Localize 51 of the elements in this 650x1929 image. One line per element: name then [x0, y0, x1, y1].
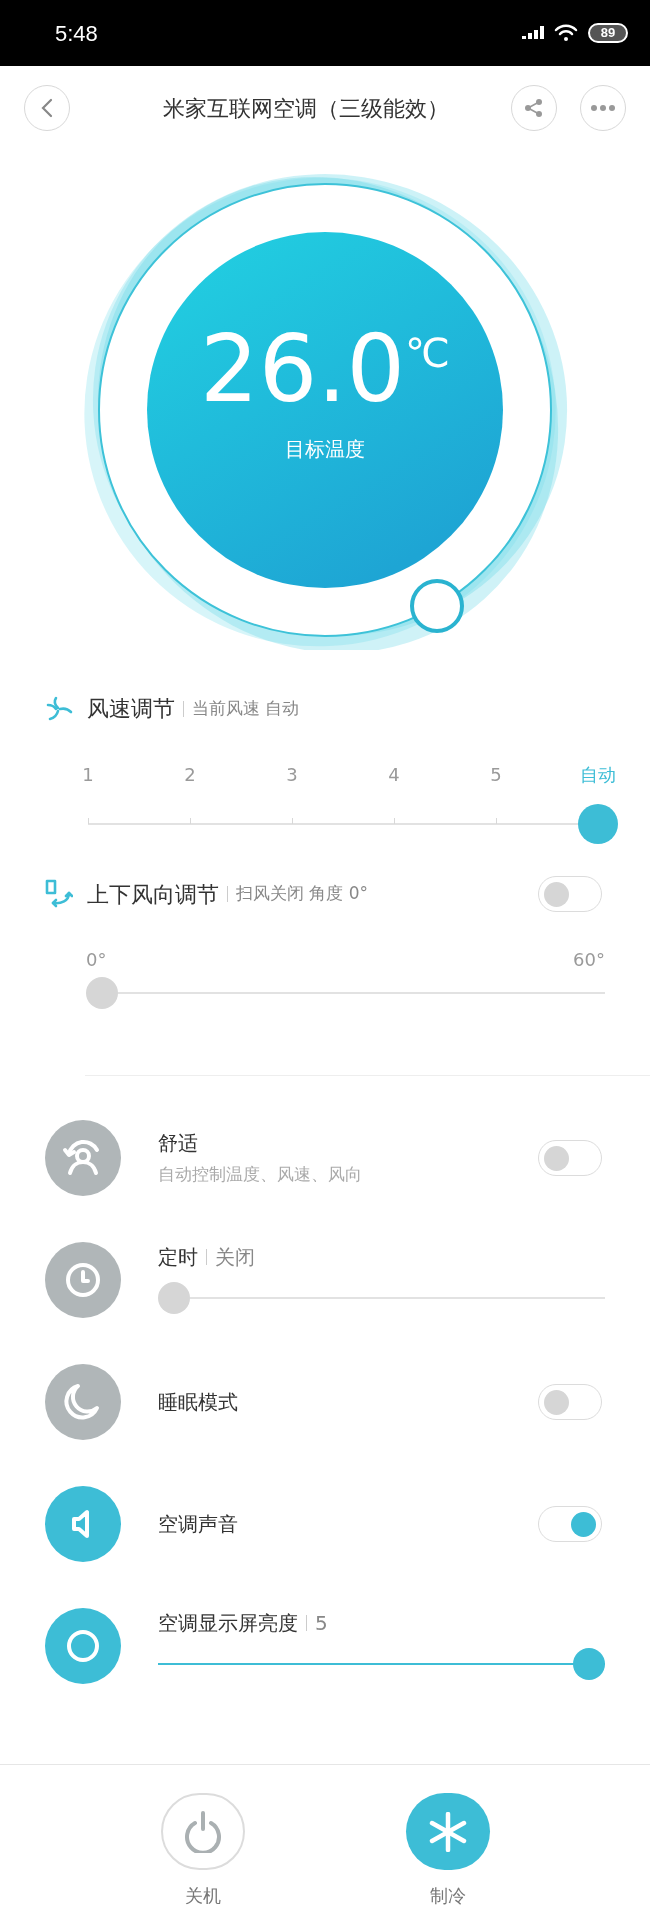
fan-icon	[45, 695, 73, 722]
signal-icon	[522, 26, 544, 40]
mode-label: 关机	[184, 1884, 221, 1908]
section-value: 当前风速 自动	[192, 696, 300, 720]
toggle-switch[interactable]	[538, 1140, 602, 1176]
ring-icon	[45, 1608, 121, 1684]
speed-option[interactable]: 1	[82, 761, 94, 788]
speaker-icon	[45, 1486, 121, 1562]
section-value: 关闭	[215, 1244, 255, 1271]
power-icon	[182, 1810, 223, 1853]
back-icon	[41, 98, 53, 118]
status-time: 5:48	[55, 19, 98, 48]
setting-title: 睡眠模式	[158, 1389, 239, 1416]
share-icon	[524, 98, 544, 118]
window-title: 米家互联网空调（三级能效）	[162, 94, 449, 123]
slider-thumb[interactable]	[158, 1282, 190, 1314]
section-title: 定时	[158, 1244, 198, 1271]
dial-handle[interactable]	[410, 579, 464, 633]
temperature-reading: 26.0	[200, 320, 405, 420]
section-title: 风速调节	[87, 695, 175, 723]
battery-indicator: 89	[588, 23, 628, 43]
clock-icon	[45, 1242, 121, 1318]
person-rotate-icon	[45, 1120, 121, 1196]
slider-thumb[interactable]	[86, 977, 118, 1009]
setting-title: 空调声音	[158, 1511, 239, 1538]
temperature-label: 目标温度	[285, 436, 365, 463]
section-value: 5	[315, 1610, 328, 1637]
slider-thumb[interactable]	[578, 804, 618, 844]
speed-option[interactable]: 自动	[580, 761, 616, 788]
speed-option[interactable]: 2	[184, 761, 196, 788]
slider-thumb[interactable]	[573, 1648, 605, 1680]
speed-option[interactable]: 5	[490, 761, 502, 788]
temperature-unit: ℃	[404, 329, 450, 378]
wifi-icon	[554, 24, 578, 42]
angle-min-label: 0°	[86, 948, 107, 972]
asterisk-icon	[428, 1811, 467, 1852]
setting-description: 自动控制温度、风速、风向	[158, 1163, 363, 1187]
toggle-switch[interactable]	[538, 876, 602, 912]
setting-title: 舒适	[158, 1130, 199, 1158]
swing-arrow-icon	[45, 879, 73, 909]
mode-label: 制冷	[429, 1884, 466, 1908]
toggle-switch[interactable]	[538, 1384, 602, 1420]
section-title: 空调显示屏亮度	[158, 1610, 298, 1637]
toggle-switch[interactable]	[538, 1506, 602, 1542]
more-icon	[591, 105, 615, 111]
moon-icon	[45, 1364, 121, 1440]
speed-option[interactable]: 3	[286, 761, 298, 788]
section-value: 扫风关闭 角度 0°	[236, 882, 369, 906]
section-title: 上下风向调节	[87, 880, 219, 909]
angle-max-label: 60°	[573, 948, 605, 972]
speed-option[interactable]: 4	[388, 761, 400, 788]
